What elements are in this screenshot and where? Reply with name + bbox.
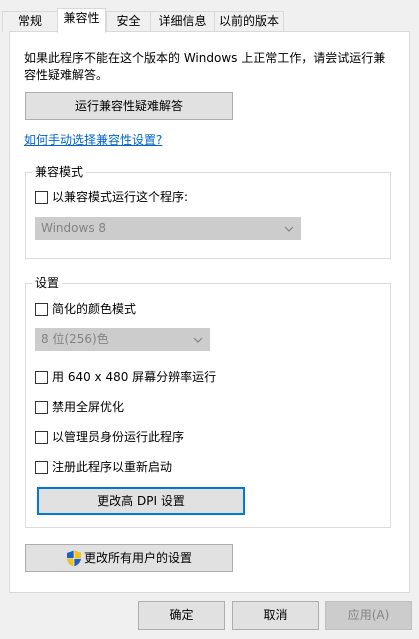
all-users-settings-label: 更改所有用户的设置 [84, 551, 193, 565]
disable-fullscreen-checkbox[interactable] [35, 401, 48, 414]
tab-general[interactable]: 常规 [2, 11, 58, 32]
change-dpi-button[interactable]: 更改高 DPI 设置 [37, 487, 245, 515]
tab-previous-versions-label: 以前的版本 [218, 14, 279, 28]
tab-previous-versions[interactable]: 以前的版本 [214, 11, 284, 32]
color-depth-select-value: 8 位(256)色 [41, 332, 109, 346]
reduced-color-row[interactable]: 简化的颜色模式 [35, 301, 335, 317]
settings-group-title: 设置 [32, 276, 63, 290]
run-troubleshooter-button[interactable]: 运行兼容性疑难解答 [25, 92, 233, 120]
tab-security-label: 安全 [116, 14, 141, 28]
chevron-down-icon [284, 226, 294, 232]
color-depth-select[interactable]: 8 位(256)色 [35, 328, 210, 351]
manual-settings-link[interactable]: 如何手动选择兼容性设置? [24, 131, 162, 148]
register-restart-label: 注册此程序以重新启动 [52, 460, 173, 474]
cancel-button[interactable]: 取消 [232, 601, 319, 630]
tab-details[interactable]: 详细信息 [150, 11, 215, 32]
disable-fullscreen-row[interactable]: 禁用全屏优化 [35, 399, 335, 415]
shield-icon [67, 550, 81, 567]
disable-fullscreen-label: 禁用全屏优化 [52, 400, 125, 414]
settings-group: 设置 简化的颜色模式 8 位(256)色 用 640 x 480 屏幕分辨率运行… [25, 276, 391, 528]
ok-button[interactable]: 确定 [138, 601, 225, 630]
tab-strip: 常规 兼容性 安全 详细信息 以前的版本 [0, 0, 419, 33]
tab-compatibility-label: 兼容性 [63, 11, 100, 25]
cancel-label: 取消 [263, 608, 288, 622]
reduced-color-label: 简化的颜色模式 [52, 302, 137, 316]
intro-line-2: 容性疑难解答。 [24, 68, 109, 82]
manual-settings-link-text: 如何手动选择兼容性设置? [24, 133, 163, 147]
all-users-settings-button[interactable]: 更改所有用户的设置 [25, 544, 233, 572]
tab-general-label: 常规 [17, 14, 42, 28]
run-troubleshooter-label: 运行兼容性疑难解答 [74, 99, 183, 113]
compat-mode-checkbox[interactable] [35, 191, 48, 204]
compat-mode-group: 兼容模式 以兼容模式运行这个程序: Windows 8 [25, 165, 391, 259]
intro-text: 如果此程序不能在这个版本的 Windows 上正常工作，请尝试运行兼 容性疑难解… [24, 50, 404, 84]
run-as-admin-label: 以管理员身份运行此程序 [52, 430, 185, 444]
change-dpi-label: 更改高 DPI 设置 [97, 494, 185, 508]
ok-label: 确定 [169, 608, 194, 622]
register-restart-checkbox[interactable] [35, 461, 48, 474]
apply-label: 应用(A) [347, 608, 390, 622]
tab-details-label: 详细信息 [158, 14, 207, 28]
tab-security[interactable]: 安全 [106, 11, 151, 32]
res640-row[interactable]: 用 640 x 480 屏幕分辨率运行 [35, 369, 355, 385]
compat-mode-checkbox-label: 以兼容模式运行这个程序: [52, 190, 189, 204]
compatibility-panel: 如果此程序不能在这个版本的 Windows 上正常工作，请尝试运行兼 容性疑难解… [9, 31, 410, 593]
run-as-admin-row[interactable]: 以管理员身份运行此程序 [35, 429, 335, 445]
apply-button[interactable]: 应用(A) [325, 601, 412, 630]
compat-os-select[interactable]: Windows 8 [35, 217, 301, 240]
res640-label: 用 640 x 480 屏幕分辨率运行 [52, 370, 217, 384]
chevron-down-icon [193, 337, 203, 343]
tab-compatibility[interactable]: 兼容性 [57, 8, 106, 33]
compat-os-select-value: Windows 8 [41, 221, 107, 235]
reduced-color-checkbox[interactable] [35, 303, 48, 316]
res640-checkbox[interactable] [35, 371, 48, 384]
register-restart-row[interactable]: 注册此程序以重新启动 [35, 459, 335, 475]
compat-mode-group-title: 兼容模式 [32, 165, 87, 179]
compat-mode-checkbox-row[interactable]: 以兼容模式运行这个程序: [35, 189, 335, 205]
intro-line-1: 如果此程序不能在这个版本的 Windows 上正常工作，请尝试运行兼 [24, 51, 386, 65]
run-as-admin-checkbox[interactable] [35, 431, 48, 444]
